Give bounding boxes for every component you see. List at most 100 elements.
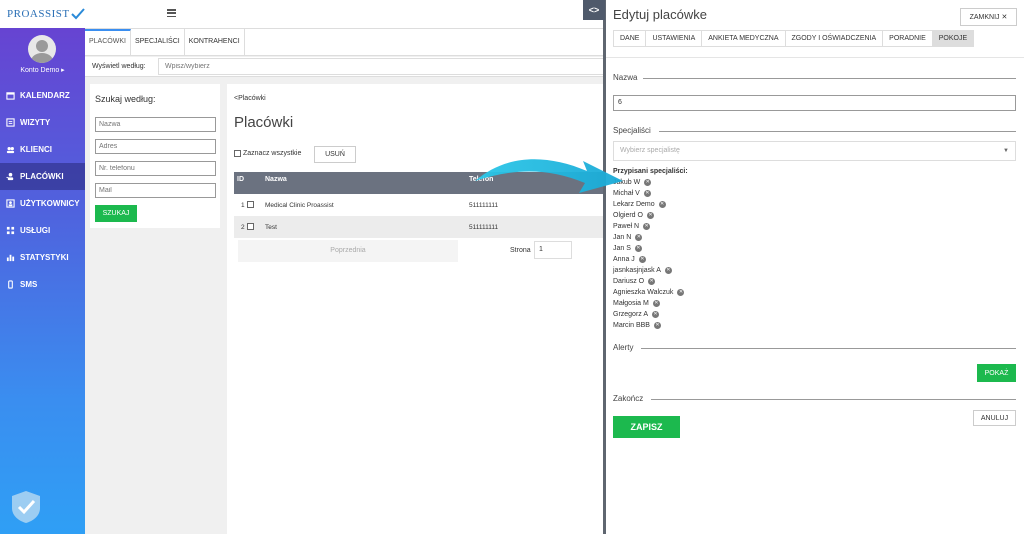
tab-dane[interactable]: DANE [614,31,647,46]
row-phone: 511111111 [469,224,499,231]
row-checkbox[interactable] [247,201,254,208]
list-icon [6,118,15,127]
search-name-input[interactable] [95,117,216,132]
remove-icon[interactable]: ✕ [648,278,656,285]
remove-icon[interactable]: ✕ [643,190,651,197]
table-row[interactable]: 1 Medical Clinic Proassist 511111111 [234,194,605,216]
filter-input[interactable] [158,58,605,75]
specialists-section-label: Specjaliści [613,126,651,135]
assigned-specialists-label: Przypisani specjaliści: [613,168,688,175]
column-header[interactable]: Nazwa [265,176,287,183]
remove-icon[interactable]: ✕ [664,267,672,274]
remove-icon[interactable]: ✕ [677,289,685,296]
sidebar-item-label: STATYSTYKI [20,253,69,262]
select-all-checkbox[interactable] [234,150,241,157]
column-header[interactable]: Telefon [469,176,493,183]
search-button[interactable]: SZUKAJ [95,205,137,222]
cancel-button[interactable]: ANULUJ [973,410,1016,426]
tab-specjalisci[interactable]: SPECJALIŚCI [131,29,185,56]
specialist-item: Jakub W ✕ [613,179,652,186]
search-address-input[interactable] [95,139,216,154]
top-bar [85,0,605,28]
table-row[interactable]: 2 Test 511111111 [234,216,605,238]
show-alerts-button[interactable]: POKAŻ [977,364,1016,382]
sidebar-item-label: PLACÓWKI [20,172,64,181]
specialist-item: Anna J ✕ [613,256,646,263]
sidebar-item-uzytkownicy[interactable]: UŻYTKOWNICY [0,190,85,217]
main-content: <Placówki Placówki Zaznacz wszystkie USU… [227,84,605,534]
name-section-label: Nazwa [613,73,638,82]
grid-icon [6,226,15,235]
sidebar-item-sms[interactable]: SMS [0,271,85,298]
panel-tabs: DANE USTAWIENIA ANKIETA MEDYCZNA ZGODY I… [613,30,975,47]
specialist-item: Dariusz O ✕ [613,278,656,285]
select-all[interactable]: Zaznacz wszystkie [234,150,301,157]
tab-kontrahenci[interactable]: KONTRAHENCI [185,29,245,56]
remove-icon[interactable]: ✕ [638,256,646,263]
specialist-item: Lekarz Demo ✕ [613,201,666,208]
sidebar-item-kalendarz[interactable]: KALENDARZ [0,82,85,109]
name-input[interactable]: 6 [613,95,1016,111]
remove-icon[interactable]: ✕ [635,234,643,241]
remove-icon[interactable]: ✕ [644,179,652,186]
breadcrumb[interactable]: <Placówki [234,95,266,102]
tab-poradnie[interactable]: PORADNIE [883,31,933,46]
account-menu[interactable]: Konto Demo ▸ [0,66,85,74]
specialist-select-placeholder: Wybierz specjalistę [620,147,680,154]
hamburger-menu-icon[interactable] [167,9,176,18]
filter-bar: Wyświetl według: [85,57,605,77]
filter-label: Wyświetl według: [92,63,146,70]
page-title: Placówki [234,114,294,131]
remove-icon[interactable]: ✕ [658,201,666,208]
avatar[interactable] [28,35,56,63]
tab-pokoje[interactable]: POKOJE [932,31,974,46]
column-header[interactable]: ID [237,176,244,183]
tab-zgody[interactable]: ZGODY I OŚWIADCZENIA [786,31,884,46]
remove-icon[interactable]: ✕ [652,300,660,307]
page-label: Strona [510,247,531,254]
divider [606,57,1024,58]
page-number-input[interactable]: 1 [534,241,572,259]
divider [641,348,1016,349]
specialist-select[interactable]: Wybierz specjalistę ▼ [613,141,1016,161]
tab-placowki[interactable]: PLACÓWKI [85,29,131,56]
tab-ustawienia[interactable]: USTAWIENIA [646,31,703,46]
panel-title: Edytuj placówke [613,7,707,22]
save-button[interactable]: ZAPISZ [613,416,680,438]
delete-button[interactable]: USUŃ [314,146,356,163]
remove-icon[interactable]: ✕ [646,212,654,219]
panel-toggle-button[interactable]: <> [583,0,605,20]
sidebar-item-wizyty[interactable]: WIZYTY [0,109,85,136]
specialist-item: Olgierd O ✕ [613,212,654,219]
row-name: Medical Clinic Proassist [265,202,334,209]
finish-section-label: Zakończ [613,394,644,403]
sidebar-item-label: WIZYTY [20,118,51,127]
calendar-icon [6,92,15,100]
row-checkbox[interactable] [247,223,254,230]
logo-text: PROASSIST [7,8,70,20]
logo[interactable]: PROASSIST [0,0,85,28]
remove-icon[interactable]: ✕ [652,311,660,318]
sidebar-item-label: USŁUGI [20,226,51,235]
table-header: ID Nazwa Telefon [234,172,605,194]
remove-icon[interactable]: ✕ [634,245,642,252]
search-mail-input[interactable] [95,183,216,198]
sidebar-item-label: KLIENCI [20,145,52,154]
checkmark-icon [70,8,85,20]
row-phone: 511111111 [469,202,499,209]
specialist-item: Jan S ✕ [613,245,642,252]
search-phone-input[interactable] [95,161,216,176]
remove-icon[interactable]: ✕ [653,322,661,329]
sidebar-item-statystyki[interactable]: STATYSTYKI [0,244,85,271]
sidebar-item-label: KALENDARZ [20,91,70,100]
select-all-label: Zaznacz wszystkie [243,150,302,157]
edit-panel: Edytuj placówke ZAMKNIJ ✕ DANE USTAWIENI… [606,0,1024,534]
sidebar-item-label: SMS [20,280,38,289]
sidebar-item-klienci[interactable]: KLIENCI [0,136,85,163]
close-button[interactable]: ZAMKNIJ ✕ [960,8,1017,26]
remove-icon[interactable]: ✕ [643,223,651,230]
previous-page-button[interactable]: Poprzednia [238,240,458,262]
tab-ankieta-medyczna[interactable]: ANKIETA MEDYCZNA [702,31,786,46]
sidebar-item-uslugi[interactable]: USŁUGI [0,217,85,244]
sidebar-item-placowki[interactable]: PLACÓWKI [0,163,85,190]
